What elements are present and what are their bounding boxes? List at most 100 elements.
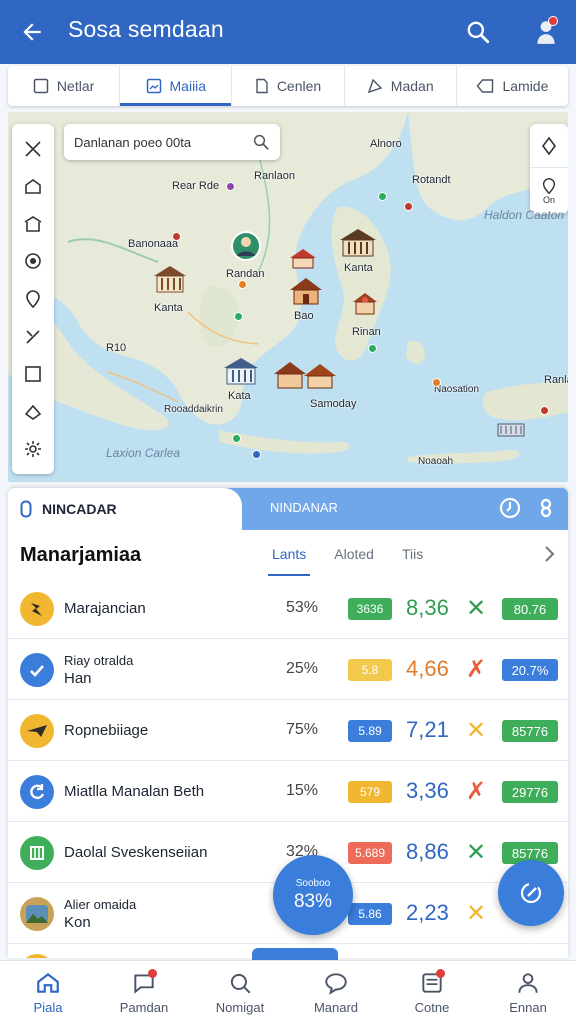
list-item[interactable]: Marajancian 53% 3636 8,36 ✕ 80.76 <box>8 578 568 639</box>
row-name: Riay otralda Han <box>64 652 134 687</box>
nav-item-pamdan[interactable]: Pamdan <box>96 961 192 1024</box>
house-icon[interactable] <box>288 276 324 308</box>
temple-icon[interactable] <box>288 246 318 272</box>
landmark-icon[interactable] <box>152 262 188 296</box>
landmark-icon[interactable] <box>222 356 260 388</box>
map-view[interactable]: Danlanan poeo 00ta On Alnoro Ranlaon Rot… <box>8 112 568 482</box>
map-search-input[interactable]: Danlanan poeo 00ta <box>64 124 280 160</box>
search-button[interactable] <box>458 12 498 52</box>
nav-item-ennan[interactable]: Ennan <box>480 961 576 1024</box>
list-item[interactable]: Ropnebiiage 75% 5.89 7,21 ✕ 85776 <box>8 700 568 761</box>
row-icon <box>20 714 54 748</box>
port-icon[interactable] <box>496 418 526 440</box>
nav-label: Pamdan <box>119 1000 169 1015</box>
edit-fab[interactable] <box>498 860 564 926</box>
tool-settings[interactable] <box>18 434 48 464</box>
nav-item-piala[interactable]: Piala <box>0 961 96 1024</box>
refresh-icon <box>30 784 45 800</box>
tab-label: Cenlen <box>276 78 322 94</box>
profile-button[interactable] <box>526 12 566 52</box>
tool-select[interactable] <box>18 359 48 389</box>
map-label: Ranlan <box>544 374 568 386</box>
map-label: Bao <box>294 310 314 322</box>
nav-label: Cotne <box>414 1000 450 1015</box>
map-pin[interactable] <box>368 344 377 353</box>
row-percent: 15% <box>286 782 319 799</box>
back-button[interactable] <box>14 14 50 50</box>
subtab-tiis[interactable]: Tiis <box>400 546 425 562</box>
map-pin[interactable] <box>432 378 441 387</box>
tool-shop[interactable] <box>18 209 48 239</box>
summary-fab[interactable]: Sooboo 83% <box>273 855 353 935</box>
list-item[interactable]: Miatlla Manalan Beth 15% 579 3,36 ✗ 2977… <box>8 761 568 822</box>
map-pin[interactable] <box>226 182 235 191</box>
tool-location[interactable] <box>18 284 48 314</box>
map-controls: On <box>530 124 568 214</box>
section-title: Manarjamiaa <box>20 544 142 566</box>
refresh-icon[interactable] <box>498 496 522 520</box>
tool-layers[interactable] <box>18 171 48 201</box>
tab-label: Maiiia <box>169 78 207 94</box>
app-header: Sosa semdaan <box>0 0 576 64</box>
tool-measure[interactable] <box>18 134 48 164</box>
headset-icon <box>230 973 251 994</box>
sheet-tab-secondary[interactable]: NINDANAR <box>270 500 338 515</box>
subtab-aloted[interactable]: Aloted <box>332 546 376 562</box>
map-pin[interactable] <box>378 192 387 201</box>
map-pin[interactable] <box>404 202 413 211</box>
tab-netlar[interactable]: Netlar <box>8 66 121 106</box>
row-percent: 25% <box>286 660 319 677</box>
tab-madan[interactable]: Madan <box>345 66 457 106</box>
row-value: 7,21 <box>406 717 449 742</box>
map-label: R10 <box>106 342 127 354</box>
tab-lamide[interactable]: Lamide <box>457 66 568 106</box>
tool-globe[interactable] <box>18 246 48 276</box>
map-label: Noaoah <box>418 456 454 467</box>
sheet-tab-label: NINCADAR <box>42 501 117 517</box>
map-pin[interactable] <box>540 406 549 415</box>
village-icon[interactable] <box>272 358 338 392</box>
compass-button[interactable] <box>530 124 568 168</box>
nav-item-cotne[interactable]: Cotne <box>384 961 480 1024</box>
row-chip: 5.8 <box>348 659 392 681</box>
map-pin[interactable] <box>172 232 181 241</box>
subtab-lants[interactable]: Lants <box>267 546 311 576</box>
nav-item-manard[interactable]: Manard <box>288 961 384 1024</box>
row-pill: 29776 <box>502 781 558 803</box>
row-value: 8,86 <box>406 839 449 864</box>
tag-icon <box>367 78 383 94</box>
map-pin[interactable] <box>232 434 241 443</box>
square-icon <box>25 366 41 382</box>
image-icon <box>146 78 161 94</box>
tool-cross[interactable] <box>18 322 48 352</box>
avatar-marker-icon[interactable] <box>230 230 262 266</box>
edit-icon <box>520 882 542 904</box>
map-pin[interactable] <box>238 280 247 289</box>
landscape-icon <box>26 905 48 923</box>
arrow-left-icon <box>23 23 41 41</box>
tab-cenlen[interactable]: Cenlen <box>232 66 345 106</box>
location-icon <box>26 290 40 309</box>
tab-maiiia[interactable]: Maiiia <box>120 66 233 106</box>
result-subtabs: Lants Aloted Tiis <box>267 546 425 576</box>
sheet-handle[interactable] <box>252 948 338 960</box>
row-icon <box>20 653 54 687</box>
compass-icon <box>542 136 556 155</box>
home-icon <box>37 972 59 993</box>
landmark-icon[interactable] <box>338 226 378 260</box>
pagoda-icon[interactable] <box>350 290 380 320</box>
category-tabs: Netlar Maiiia Cenlen Madan Lamide <box>8 66 568 106</box>
chevron-right-icon[interactable] <box>542 544 556 564</box>
sheet-tab-active[interactable]: NINCADAR <box>8 488 242 530</box>
map-label: Ranlaon <box>254 170 295 182</box>
map-pin[interactable] <box>252 450 261 459</box>
nav-item-nomigat[interactable]: Nomigat <box>192 961 288 1024</box>
map-label: Rotandt <box>412 174 451 186</box>
map-pin[interactable] <box>234 312 243 321</box>
link-icon[interactable] <box>534 496 558 520</box>
list-item[interactable]: Riay otralda Han 25% 5.8 4,66 ✗ 20.7% <box>8 639 568 700</box>
sheet-actions <box>498 496 558 520</box>
row-name: Marajancian <box>64 599 146 617</box>
map-label: Kanta <box>344 262 373 274</box>
tool-draw[interactable] <box>18 397 48 427</box>
